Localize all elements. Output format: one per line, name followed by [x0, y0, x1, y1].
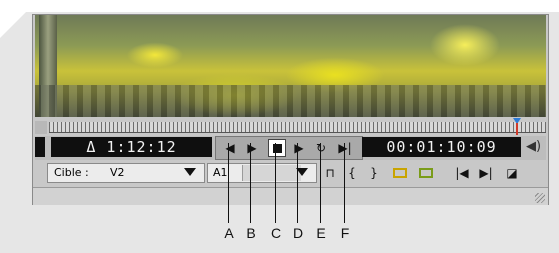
callout-label-a: A	[224, 225, 234, 241]
video-target-value: V2	[110, 166, 125, 179]
current-timecode[interactable]: 00:01:10:09	[362, 137, 521, 157]
control-bar: Δ 1:12:12 ◀ ▶ ▶ ↻ ▶| 00:01:10:09 ◀)	[35, 136, 546, 160]
panel-notch	[0, 12, 26, 38]
insert-icon	[393, 168, 407, 178]
step-forward-icon: ▶	[247, 141, 257, 155]
chevron-down-icon	[184, 168, 196, 176]
callout-line-f	[344, 143, 345, 223]
target-label: Cible :	[54, 166, 89, 179]
window-bottom-bar	[33, 187, 548, 205]
callout-line-c	[275, 143, 276, 223]
video-preview	[35, 15, 546, 117]
time-ruler[interactable]	[49, 122, 546, 133]
export-frame-icon: ◪	[506, 166, 518, 180]
volume-icon[interactable]: ◀)	[526, 139, 541, 154]
duration-timecode[interactable]: Δ 1:12:12	[51, 137, 212, 157]
overlay-button[interactable]	[417, 164, 435, 182]
lift-icon: ⊓	[325, 166, 335, 180]
lift-button[interactable]: ⊓	[321, 164, 339, 182]
resize-grip-icon[interactable]	[535, 193, 545, 203]
video-target-select[interactable]: Cible : V2	[47, 163, 205, 183]
insert-button[interactable]	[391, 164, 409, 182]
play-button[interactable]: ▶	[290, 139, 308, 157]
mark-out-button[interactable]: }	[365, 164, 383, 182]
stop-button[interactable]	[268, 139, 286, 157]
audio-target-value: A1	[213, 166, 228, 179]
callout-label-c: C	[270, 225, 282, 241]
playhead-line	[516, 123, 518, 135]
loop-button[interactable]: ↻	[312, 139, 330, 157]
transport-controls: ◀ ▶ ▶ ↻ ▶|	[215, 136, 363, 160]
play-to-out-icon: ▶|	[338, 141, 352, 155]
ruler-left-handle[interactable]	[35, 121, 47, 134]
go-to-previous-edit-button[interactable]: |◀	[453, 164, 471, 182]
callout-label-f: F	[340, 225, 350, 241]
export-frame-button[interactable]: ◪	[503, 164, 521, 182]
callout-label-e: E	[316, 225, 326, 241]
mark-out-icon: }	[370, 166, 378, 180]
play-in-to-out-button[interactable]: ▶|	[336, 139, 354, 157]
play-icon: ▶	[294, 141, 304, 155]
go-to-next-edit-icon: ▶|	[479, 166, 493, 180]
audio-target-select[interactable]: A1	[207, 163, 317, 183]
callout-label-b: B	[246, 225, 256, 241]
mark-in-icon: {	[348, 166, 356, 180]
callout-line-d	[297, 143, 298, 223]
monitor-window: Δ 1:12:12 ◀ ▶ ▶ ↻ ▶| 00:01:10:09 ◀) Cibl…	[32, 14, 549, 205]
go-to-previous-edit-icon: |◀	[455, 166, 469, 180]
callout-line-a	[228, 143, 229, 223]
step-back-icon: ◀	[225, 141, 235, 155]
step-back-button[interactable]: ◀	[221, 139, 239, 157]
target-row: Cible : V2 A1 ⊓ { } |◀ ▶| ◪	[35, 162, 546, 186]
callout-label-d: D	[292, 225, 304, 241]
timecode-edge	[35, 137, 45, 157]
step-forward-button[interactable]: ▶	[243, 139, 261, 157]
overlay-icon	[419, 168, 433, 178]
callout-line-e	[320, 143, 321, 223]
go-to-next-edit-button[interactable]: ▶|	[477, 164, 495, 182]
loop-icon: ↻	[315, 141, 327, 155]
callout-line-b	[250, 143, 251, 223]
video-fence	[35, 85, 546, 117]
mark-in-button[interactable]: {	[343, 164, 361, 182]
